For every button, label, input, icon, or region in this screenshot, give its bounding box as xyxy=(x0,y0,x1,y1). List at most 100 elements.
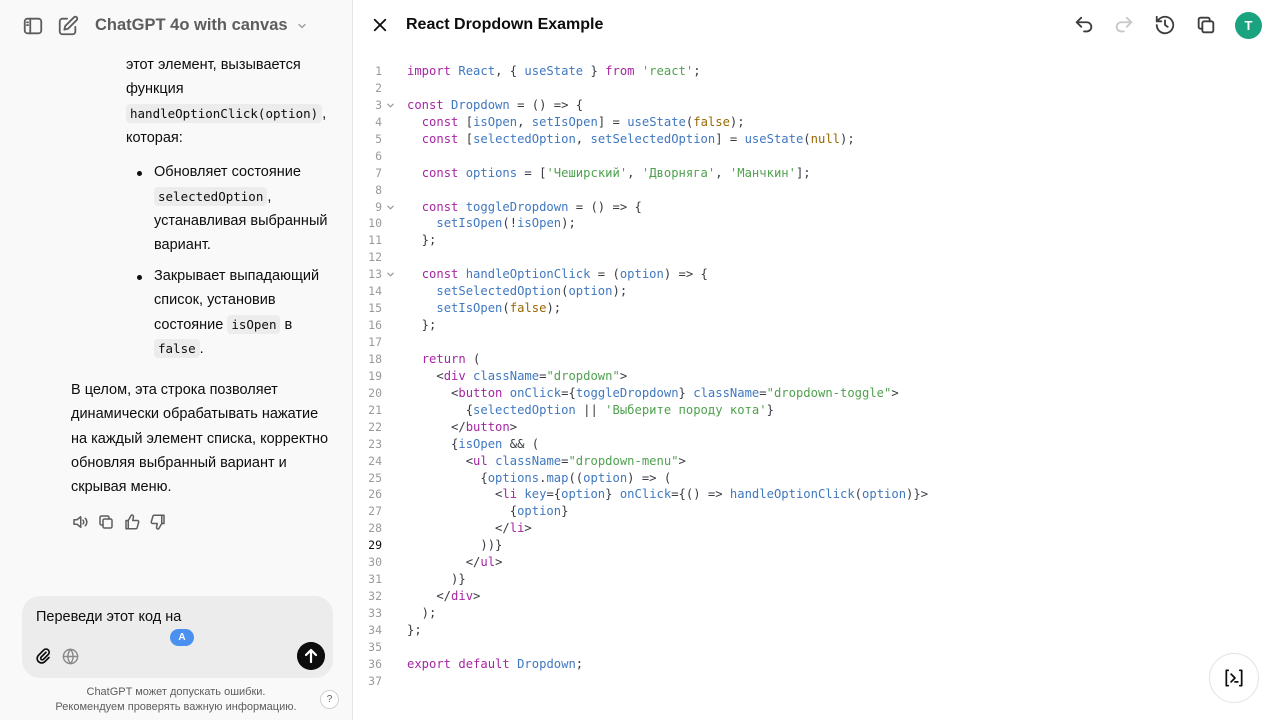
line-number: 2 xyxy=(375,80,382,95)
code-line[interactable]: 23 {isOpen && ( xyxy=(353,436,1253,453)
code-text: }; xyxy=(407,317,437,334)
copy-icon[interactable] xyxy=(97,513,115,531)
code-token: > xyxy=(473,589,481,604)
code-line[interactable]: 13 const handleOptionClick = (option) =>… xyxy=(353,266,1253,283)
code-line[interactable]: 19 <div className="dropdown"> xyxy=(353,368,1253,385)
line-number: 26 xyxy=(368,487,382,502)
code-line[interactable]: 15 setIsOpen(false); xyxy=(353,300,1253,317)
code-text: const [selectedOption, setSelectedOption… xyxy=(407,131,855,148)
line-number: 24 xyxy=(368,453,382,468)
code-token: options xyxy=(487,470,540,485)
code-line[interactable]: 34}; xyxy=(353,622,1253,639)
model-selector[interactable]: ChatGPT 4o with canvas xyxy=(95,16,308,35)
code-line[interactable]: 31 )} xyxy=(353,571,1253,588)
fold-chevron-icon[interactable] xyxy=(386,203,395,212)
code-line[interactable]: 32 </div> xyxy=(353,588,1253,605)
chat-topbar: ChatGPT 4o with canvas xyxy=(0,0,352,52)
code-text: }; xyxy=(407,622,422,639)
code-line[interactable]: 35 xyxy=(353,639,1253,656)
code-token: < xyxy=(407,453,474,468)
thumbs-up-icon[interactable] xyxy=(123,513,141,531)
composer-input[interactable]: Переведи этот код на xyxy=(36,609,181,625)
send-button[interactable] xyxy=(297,642,325,670)
code-text: setIsOpen(false); xyxy=(407,300,561,317)
edit-icon[interactable] xyxy=(57,15,79,37)
thumbs-down-icon[interactable] xyxy=(149,513,167,531)
history-icon[interactable] xyxy=(1154,14,1176,36)
code-line[interactable]: 33 ); xyxy=(353,605,1253,622)
code-token: = [ xyxy=(517,165,547,180)
code-line[interactable]: 12 xyxy=(353,249,1253,266)
code-token: handleOptionClick xyxy=(729,487,855,502)
code-actions-icon[interactable] xyxy=(1209,653,1259,703)
code-line[interactable]: 9 const toggleDropdown = () => { xyxy=(353,199,1253,216)
line-number: 1 xyxy=(375,64,382,78)
code-line[interactable]: 37 xyxy=(353,673,1253,690)
code-line[interactable]: 28 </li> xyxy=(353,520,1253,537)
code-line[interactable]: 22 </button> xyxy=(353,419,1253,436)
fold-chevron-icon[interactable] xyxy=(386,270,395,279)
code-line[interactable]: 10 setIsOpen(!isOpen); xyxy=(353,215,1253,232)
close-icon[interactable] xyxy=(371,16,389,34)
code-line[interactable]: 20 <button onClick={toggleDropdown} clas… xyxy=(353,385,1253,402)
code-line[interactable]: 8 xyxy=(353,182,1253,199)
code-line[interactable]: 21 {selectedOption || 'Выберите породу к… xyxy=(353,402,1253,419)
line-number: 16 xyxy=(368,318,382,333)
code-line[interactable]: 14 setSelectedOption(option); xyxy=(353,283,1253,300)
code-line[interactable]: 29 ))} xyxy=(353,537,1253,554)
code-line[interactable]: 24 <ul className="dropdown-menu"> xyxy=(353,453,1253,470)
globe-icon[interactable] xyxy=(61,647,80,666)
message-composer[interactable]: Переведи этот код на A xyxy=(22,596,333,678)
avatar[interactable]: T xyxy=(1235,12,1262,39)
code-token: = xyxy=(759,385,767,400)
code-line[interactable]: 4 const [isOpen, setIsOpen] = useState(f… xyxy=(353,114,1253,131)
translate-badge[interactable]: A xyxy=(170,629,194,646)
message-line: handleOptionClick(option), xyxy=(126,102,326,127)
code-token: className xyxy=(495,453,562,468)
code-line[interactable]: 26 <li key={option} onClick={() => handl… xyxy=(353,486,1253,503)
code-line[interactable]: 30 </ul> xyxy=(353,554,1253,571)
code-line[interactable]: 16 }; xyxy=(353,317,1253,334)
help-button[interactable]: ? xyxy=(320,690,339,709)
code-line[interactable]: 7 const options = ['Чеширский', 'Дворняг… xyxy=(353,165,1253,182)
copy-icon[interactable] xyxy=(1195,14,1217,36)
canvas-panel: React Dropdown Example T 1 import React, … xyxy=(352,0,1280,720)
undo-icon[interactable] xyxy=(1073,14,1095,36)
code-editor[interactable]: 1 import React, { useState } from 'react'… xyxy=(353,63,1253,690)
code-token: const xyxy=(421,114,459,129)
code-line[interactable]: 11 }; xyxy=(353,232,1253,249)
code-line[interactable]: 2 xyxy=(353,80,1253,97)
code-token: ) => { xyxy=(663,267,708,282)
code-token: < xyxy=(407,385,459,400)
code-token: )} xyxy=(407,572,466,587)
code-token: "dropdown-menu" xyxy=(568,453,679,468)
paperclip-icon[interactable] xyxy=(34,646,52,666)
code-token: false xyxy=(693,114,730,129)
code-token: }; xyxy=(407,318,437,333)
code-line[interactable]: 25 {options.map((option) => ( xyxy=(353,470,1253,487)
fold-chevron-icon[interactable] xyxy=(386,101,395,110)
redo-icon[interactable] xyxy=(1113,14,1135,36)
code-line[interactable]: 27 {option} xyxy=(353,503,1253,520)
code-token: </ xyxy=(407,555,481,570)
code-token: option xyxy=(561,487,606,502)
code-line[interactable]: 17 xyxy=(353,334,1253,351)
code-line[interactable]: 1 import React, { useState } from 'react'… xyxy=(353,63,1253,80)
code-line[interactable]: 18 return ( xyxy=(353,351,1253,368)
read-aloud-icon[interactable] xyxy=(71,513,89,531)
code-line[interactable]: 3 const Dropdown = () => { xyxy=(353,97,1253,114)
code-line[interactable]: 6 xyxy=(353,148,1253,165)
code-text: const [isOpen, setIsOpen] = useState(fal… xyxy=(407,114,745,131)
code-token: div xyxy=(443,368,466,383)
sidebar-icon[interactable] xyxy=(22,15,44,37)
code-line[interactable]: 36 export default Dropdown; xyxy=(353,656,1253,673)
code-token: option xyxy=(517,504,562,519)
code-line[interactable]: 5 const [selectedOption, setSelectedOpti… xyxy=(353,131,1253,148)
line-number: 14 xyxy=(368,284,382,299)
code-token: > xyxy=(619,368,628,383)
bullet-dot xyxy=(137,275,142,280)
code-token: return xyxy=(421,351,466,366)
code-token: = () => { xyxy=(509,97,584,112)
code-token: const xyxy=(421,267,459,282)
